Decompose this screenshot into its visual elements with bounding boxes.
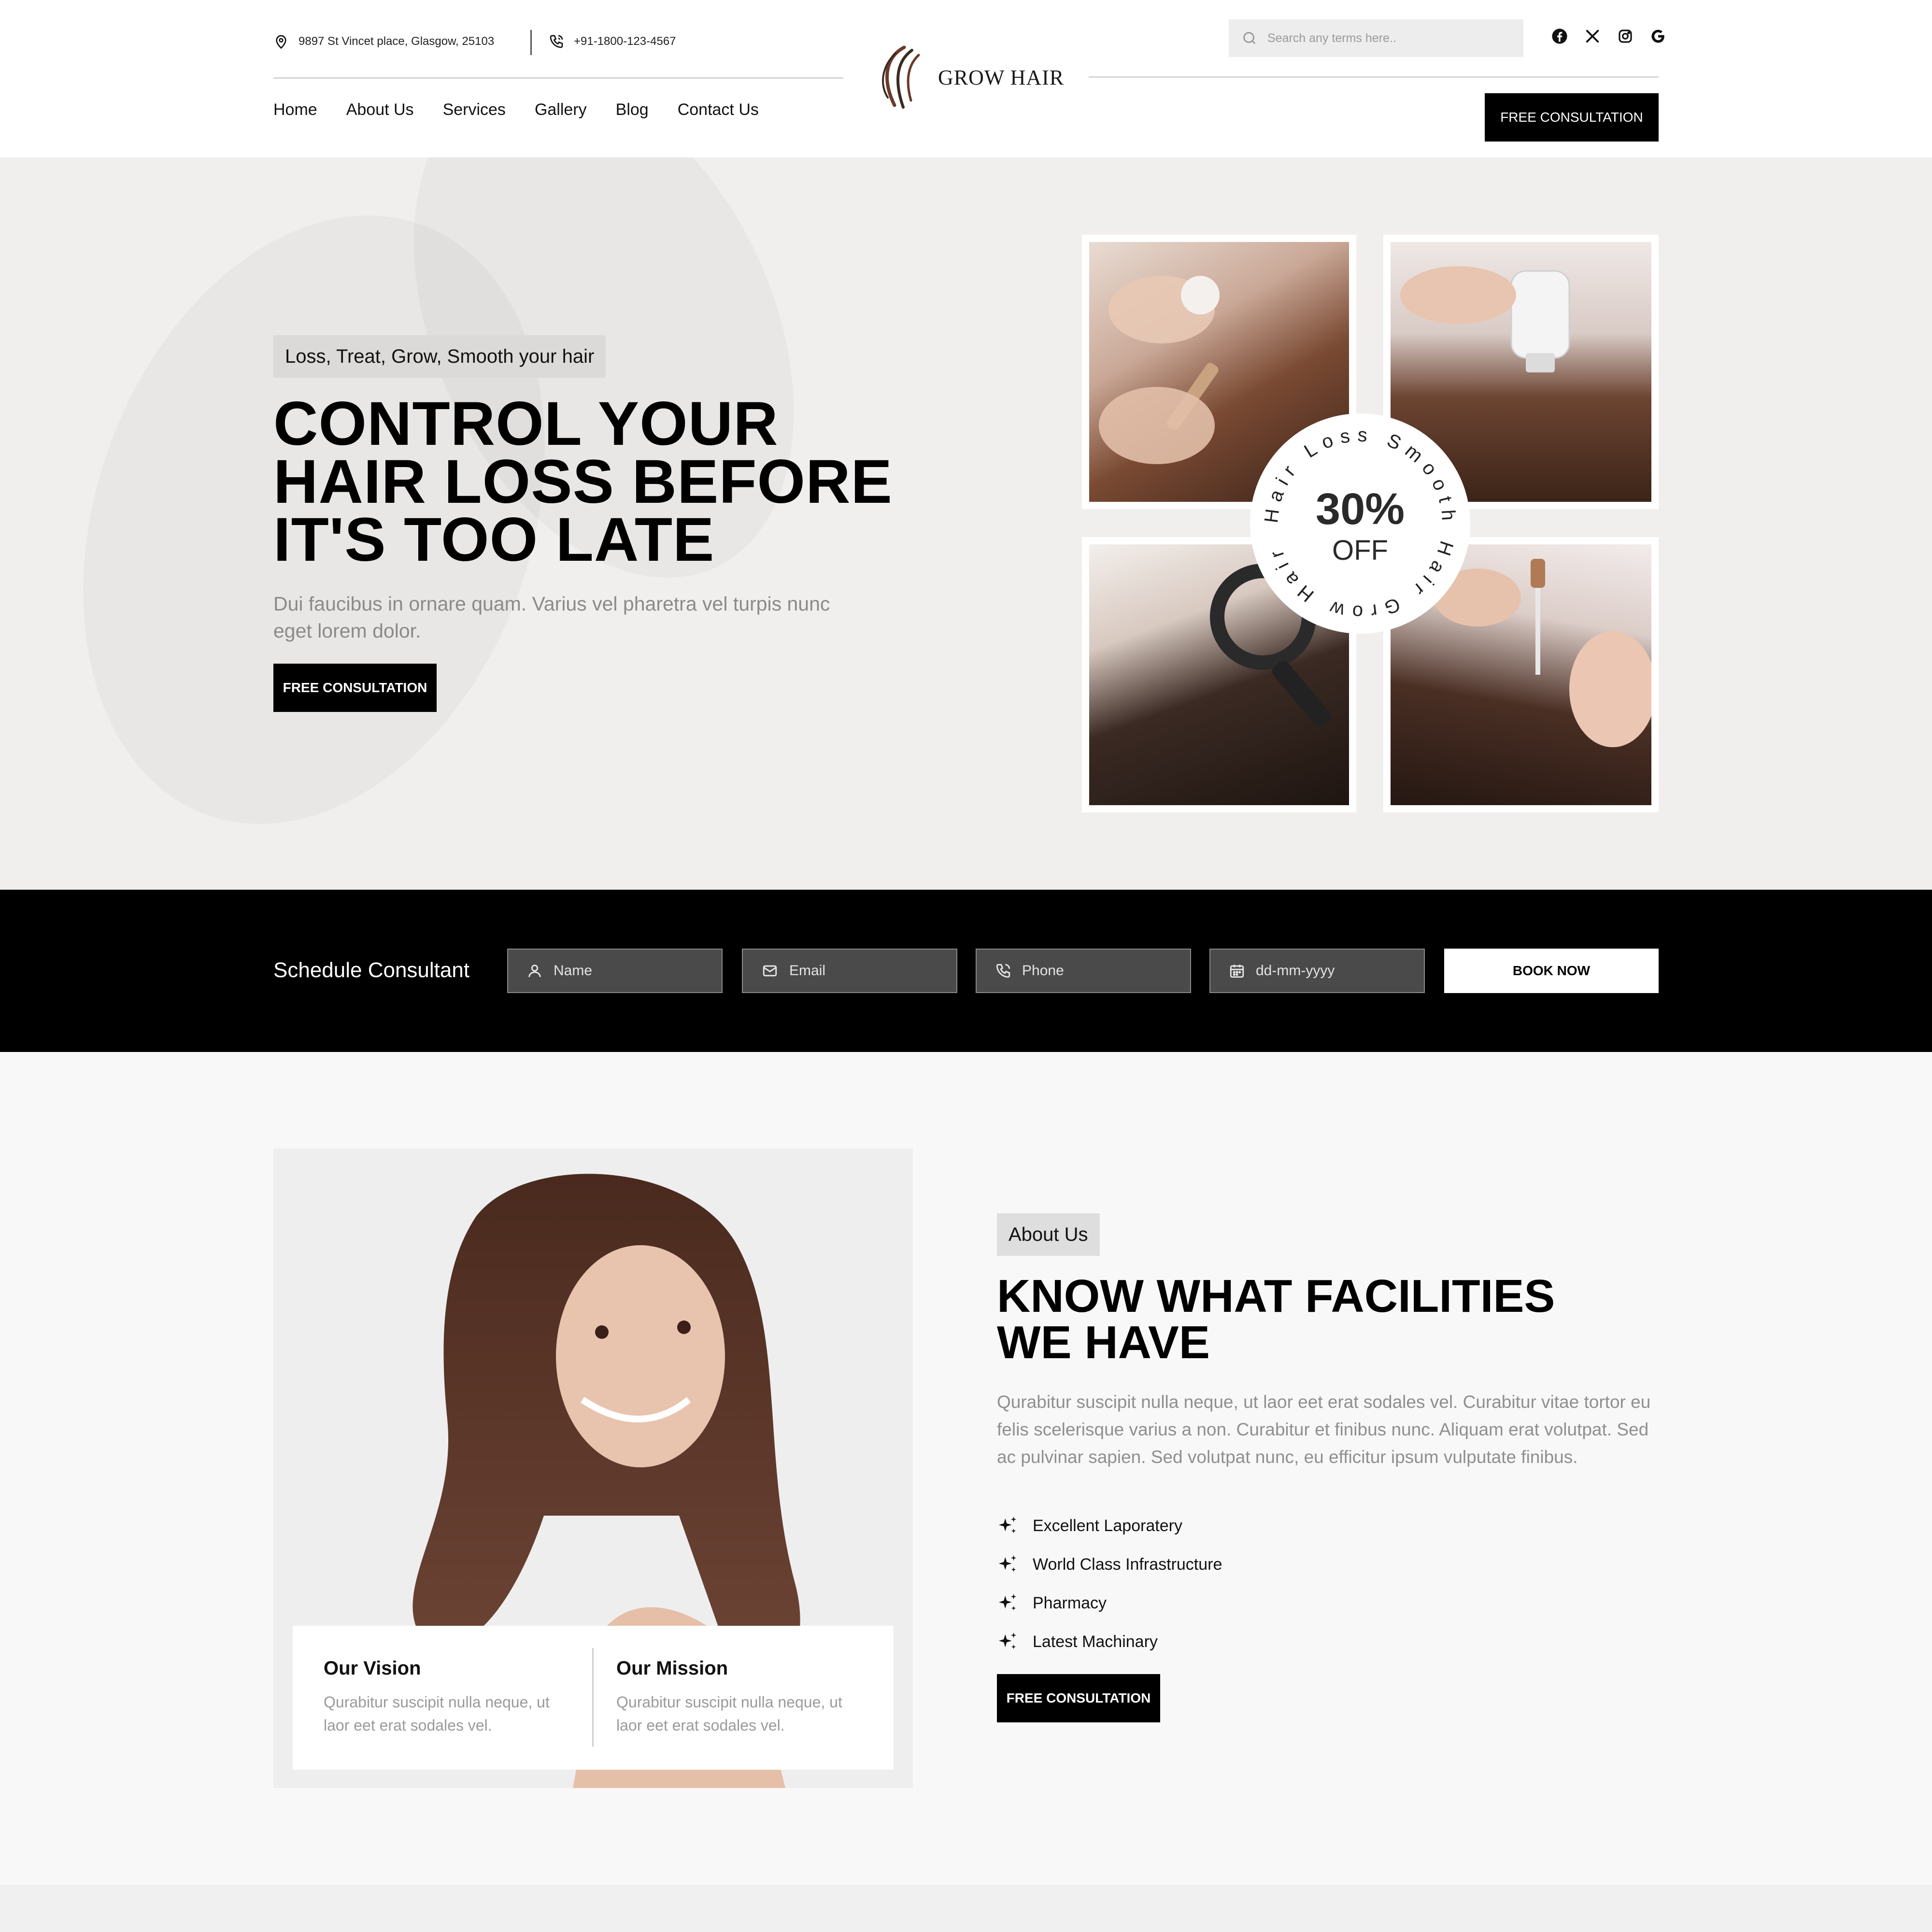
book-now-button[interactable]: BOOK NOW xyxy=(1444,949,1659,993)
booking-title: Schedule Consultant xyxy=(273,958,470,982)
hair-logo-icon xyxy=(882,45,920,109)
date-field[interactable] xyxy=(1209,949,1425,993)
site-header: 9897 St Vincet place, Glasgow, 25103 +91… xyxy=(0,0,1932,157)
name-input[interactable] xyxy=(554,963,713,979)
badge-value: 30% xyxy=(1315,484,1405,534)
hero-title-line: HAIR LOSS BEFORE xyxy=(273,447,893,516)
header-consultation-button[interactable]: FREE CONSULTATION xyxy=(1485,93,1659,142)
feature-item: Pharmacy xyxy=(997,1592,1107,1614)
nav-gallery[interactable]: Gallery xyxy=(535,100,587,119)
vision-title: Our Vision xyxy=(324,1658,421,1679)
instagram-icon[interactable] xyxy=(1616,27,1634,45)
map-pin-icon xyxy=(276,35,286,49)
facebook-icon[interactable] xyxy=(1550,27,1569,45)
search-box[interactable] xyxy=(1229,19,1523,57)
header-rule-left xyxy=(273,77,843,79)
sparkle-icon xyxy=(998,1516,1017,1534)
nav-services[interactable]: Services xyxy=(443,100,506,119)
mission-text: Qurabitur suscipit nulla neque, ut laor … xyxy=(616,1693,842,1734)
name-field[interactable] xyxy=(507,949,723,993)
about-description: Qurabitur suscipit nulla neque, ut laor … xyxy=(997,1392,1651,1467)
discount-badge: Hair Loss Smooth Hair Grow Hair 30% OFF xyxy=(1250,413,1470,634)
about-consultation-button[interactable]: FREE CONSULTATION xyxy=(997,1674,1160,1722)
address-text: 9897 St Vincet place, Glasgow, 25103 xyxy=(298,35,495,48)
sparkle-icon xyxy=(998,1632,1017,1649)
feature-label: World Class Infrastructure xyxy=(1033,1555,1222,1574)
mail-icon xyxy=(763,965,777,977)
header-rule-right xyxy=(1089,76,1659,78)
contact-separator xyxy=(530,30,532,55)
nav-about-us[interactable]: About Us xyxy=(346,100,414,119)
search-icon xyxy=(1243,32,1256,44)
phone-text: +91-1800-123-4567 xyxy=(574,35,676,48)
sparkle-icon xyxy=(998,1555,1017,1572)
social-links xyxy=(1550,27,1667,45)
phone-icon xyxy=(996,964,1010,978)
phone-input[interactable] xyxy=(1022,963,1181,979)
vision-mission-divider xyxy=(592,1648,594,1747)
calendar-icon xyxy=(1230,965,1244,978)
footer-strip xyxy=(0,1885,1932,1932)
about-tag: About Us xyxy=(997,1213,1100,1256)
feature-item: Latest Machinary xyxy=(997,1631,1158,1653)
vision-text: Qurabitur suscipit nulla neque, ut laor … xyxy=(324,1693,550,1734)
phone-field[interactable] xyxy=(976,949,1191,993)
email-field[interactable] xyxy=(742,949,957,993)
badge-label: OFF xyxy=(1332,535,1388,566)
brand-name: GROW HAIR xyxy=(938,65,1065,89)
feature-item: World Class Infrastructure xyxy=(997,1553,1222,1576)
search-input[interactable] xyxy=(1267,31,1519,45)
phone-icon xyxy=(550,35,563,48)
x-icon[interactable] xyxy=(1583,27,1602,45)
about-title-line: KNOW WHAT FACILITIES xyxy=(997,1270,1555,1322)
hero-title: CONTROL YOUR HAIR LOSS BEFORE IT'S TOO L… xyxy=(273,389,901,574)
hero-title-line: CONTROL YOUR xyxy=(273,389,779,458)
feature-label: Excellent Laporatery xyxy=(1033,1516,1182,1535)
mission-title: Our Mission xyxy=(616,1658,728,1679)
date-input[interactable] xyxy=(1256,963,1415,979)
email-input[interactable] xyxy=(789,963,949,979)
hero-title-line: IT'S TOO LATE xyxy=(273,505,715,574)
about-title-line: WE HAVE xyxy=(997,1317,1210,1368)
nav-home[interactable]: Home xyxy=(273,100,317,119)
feature-label: Pharmacy xyxy=(1033,1593,1107,1612)
feature-label: Latest Machinary xyxy=(1033,1632,1158,1651)
address-info: 9897 St Vincet place, Glasgow, 25103 xyxy=(273,34,494,49)
google-icon[interactable] xyxy=(1649,27,1667,45)
about-title: KNOW WHAT FACILITIES WE HAVE xyxy=(997,1273,1625,1366)
phone-info[interactable]: +91-1800-123-4567 xyxy=(549,34,676,49)
nav-contact-us[interactable]: Contact Us xyxy=(678,100,759,119)
feature-item: Excellent Laporatery xyxy=(997,1515,1182,1537)
user-icon xyxy=(528,965,541,977)
nav-blog[interactable]: Blog xyxy=(616,100,649,119)
main-nav: Home About Us Services Gallery Blog Cont… xyxy=(273,100,759,119)
brand-logo[interactable]: GROW HAIR xyxy=(874,43,1064,111)
hero-consultation-button[interactable]: FREE CONSULTATION xyxy=(273,664,437,712)
sparkle-icon xyxy=(998,1593,1017,1611)
hero-tagline: Loss, Treat, Grow, Smooth your hair xyxy=(273,335,606,378)
hero-description: Dui faucibus in ornare quam. Varius vel … xyxy=(273,593,830,642)
